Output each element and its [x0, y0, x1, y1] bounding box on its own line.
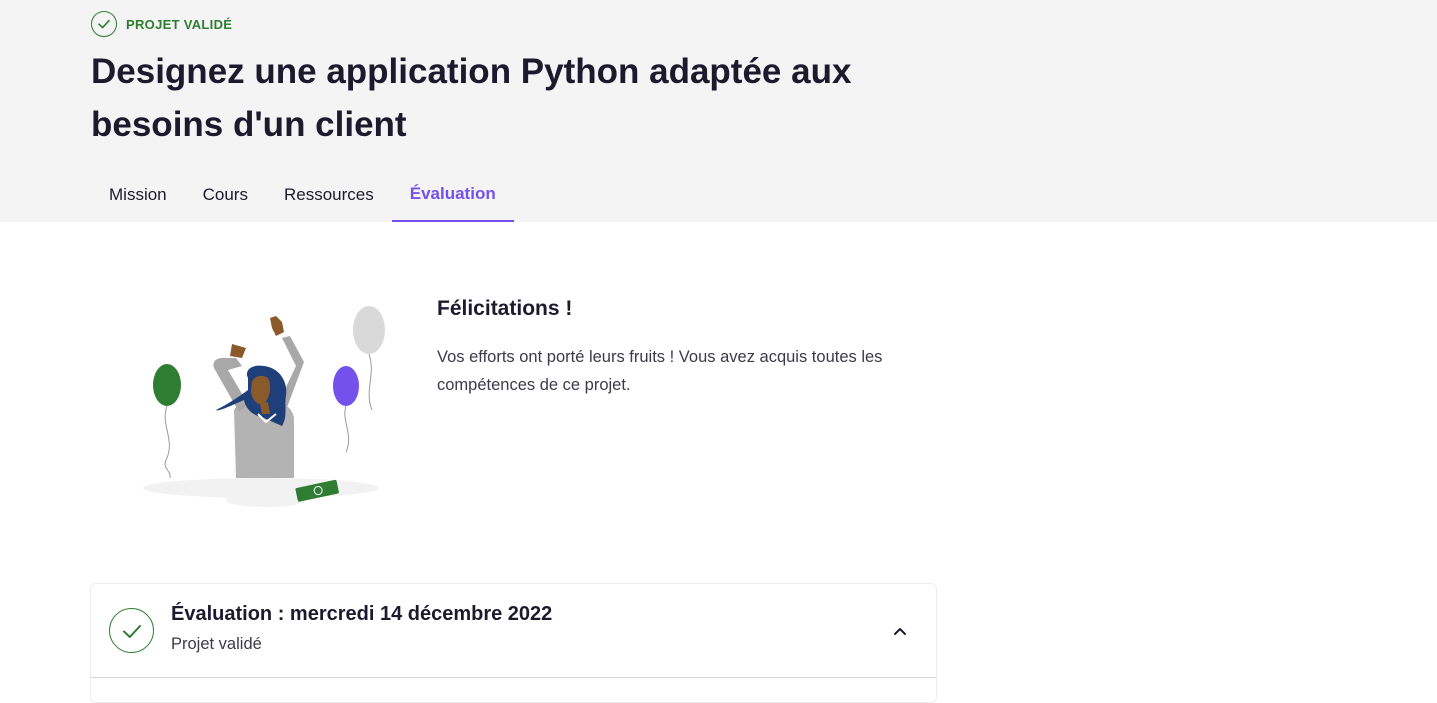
evaluation-card: Évaluation : mercredi 14 décembre 2022 P… — [90, 583, 937, 703]
congrats-panel: Félicitations ! Vos efforts ont porté le… — [437, 295, 897, 399]
project-status: PROJET VALIDÉ — [91, 11, 232, 37]
tab-ressources[interactable]: Ressources — [266, 168, 392, 222]
check-circle-icon — [91, 11, 117, 37]
tab-evaluation[interactable]: Évaluation — [391, 168, 514, 222]
evaluation-status: Projet validé — [171, 635, 262, 653]
grey-balloon — [353, 306, 385, 354]
celebration-illustration — [136, 300, 396, 512]
congrats-text: Vos efforts ont porté leurs fruits ! Vou… — [437, 348, 883, 394]
tab-mission[interactable]: Mission — [91, 168, 185, 222]
tab-cours[interactable]: Cours — [185, 168, 266, 222]
project-header: PROJET VALIDÉ Designez une application P… — [0, 0, 1437, 222]
evaluation-title: Évaluation : mercredi 14 décembre 2022 — [171, 603, 553, 625]
chevron-up-icon[interactable] — [887, 618, 913, 644]
green-balloon — [153, 364, 181, 406]
check-circle-icon — [109, 608, 154, 653]
evaluation-header[interactable]: Évaluation : mercredi 14 décembre 2022 P… — [91, 584, 936, 678]
tab-bar: Mission Cours Ressources Évaluation — [91, 168, 514, 222]
purple-balloon — [333, 366, 359, 406]
page-title: Designez une application Python adaptée … — [91, 52, 852, 144]
congrats-title: Félicitations ! — [437, 297, 573, 320]
status-label: PROJET VALIDÉ — [126, 16, 233, 32]
